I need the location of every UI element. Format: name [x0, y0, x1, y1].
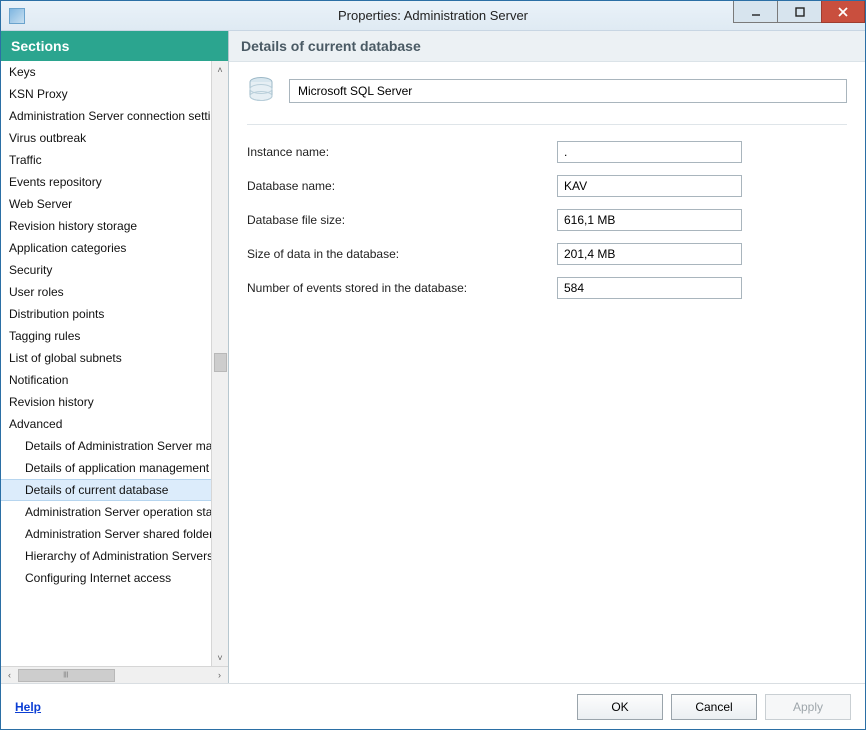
- divider: [247, 124, 847, 125]
- events-count-label: Number of events stored in the database:: [247, 281, 557, 295]
- section-item[interactable]: Keys: [1, 61, 211, 83]
- database-name-label: Database name:: [247, 179, 557, 193]
- footer: Help OK Cancel Apply: [1, 683, 865, 729]
- h-scroll-track[interactable]: Ⅲ: [18, 667, 211, 684]
- sections-tree-wrap: KeysKSN ProxyAdministration Server conne…: [1, 61, 228, 666]
- ok-button[interactable]: OK: [577, 694, 663, 720]
- database-name-value: KAV: [557, 175, 742, 197]
- scroll-thumb[interactable]: [214, 353, 227, 372]
- section-item[interactable]: Configuring Internet access: [1, 567, 211, 589]
- file-size-value: 616,1 MB: [557, 209, 742, 231]
- section-item[interactable]: KSN Proxy: [1, 83, 211, 105]
- sections-header: Sections: [1, 31, 228, 61]
- file-size-label: Database file size:: [247, 213, 557, 227]
- data-size-label: Size of data in the database:: [247, 247, 557, 261]
- section-item[interactable]: Hierarchy of Administration Servers: [1, 545, 211, 567]
- h-scroll-grip-icon: Ⅲ: [63, 671, 70, 680]
- events-count-row: Number of events stored in the database:…: [247, 277, 847, 299]
- section-item[interactable]: Revision history: [1, 391, 211, 413]
- content-body: Microsoft SQL Server Instance name: . Da…: [229, 62, 865, 683]
- scroll-right-arrow-icon[interactable]: ›: [211, 667, 228, 684]
- section-item[interactable]: Administration Server operation statisti: [1, 501, 211, 523]
- database-type-row: Microsoft SQL Server: [247, 76, 847, 106]
- apply-button: Apply: [765, 694, 851, 720]
- section-item[interactable]: Events repository: [1, 171, 211, 193]
- close-button[interactable]: [821, 1, 865, 23]
- section-item[interactable]: Revision history storage: [1, 215, 211, 237]
- events-count-value: 584: [557, 277, 742, 299]
- section-item[interactable]: Virus outbreak: [1, 127, 211, 149]
- body-area: Sections KeysKSN ProxyAdministration Ser…: [1, 31, 865, 683]
- sections-tree[interactable]: KeysKSN ProxyAdministration Server conne…: [1, 61, 211, 666]
- instance-name-label: Instance name:: [247, 145, 557, 159]
- instance-name-value: .: [557, 141, 742, 163]
- maximize-button[interactable]: [777, 1, 821, 23]
- database-name-row: Database name: KAV: [247, 175, 847, 197]
- scroll-track[interactable]: [212, 78, 229, 649]
- file-size-row: Database file size: 616,1 MB: [247, 209, 847, 231]
- scroll-up-arrow-icon[interactable]: ˄: [212, 61, 229, 78]
- app-icon: [9, 8, 25, 24]
- titlebar[interactable]: Properties: Administration Server: [1, 1, 865, 31]
- section-item[interactable]: Application categories: [1, 237, 211, 259]
- instance-name-row: Instance name: .: [247, 141, 847, 163]
- section-item[interactable]: Tagging rules: [1, 325, 211, 347]
- h-scroll-thumb[interactable]: Ⅲ: [18, 669, 115, 682]
- content-header: Details of current database: [229, 31, 865, 62]
- section-item[interactable]: Web Server: [1, 193, 211, 215]
- scroll-left-arrow-icon[interactable]: ‹: [1, 667, 18, 684]
- properties-window: Properties: Administration Server Sectio…: [0, 0, 866, 730]
- vertical-scrollbar[interactable]: ˄ ˅: [211, 61, 228, 666]
- minimize-button[interactable]: [733, 1, 777, 23]
- section-item[interactable]: Security: [1, 259, 211, 281]
- cancel-button[interactable]: Cancel: [671, 694, 757, 720]
- help-link[interactable]: Help: [15, 700, 41, 714]
- section-item[interactable]: User roles: [1, 281, 211, 303]
- section-item[interactable]: Traffic: [1, 149, 211, 171]
- section-item[interactable]: Details of Administration Server manage: [1, 435, 211, 457]
- section-item[interactable]: Details of application management plug: [1, 457, 211, 479]
- section-item[interactable]: Distribution points: [1, 303, 211, 325]
- content-panel: Details of current database Microsoft SQ…: [229, 31, 865, 683]
- section-item[interactable]: List of global subnets: [1, 347, 211, 369]
- section-item[interactable]: Notification: [1, 369, 211, 391]
- scroll-down-arrow-icon[interactable]: ˅: [212, 649, 229, 666]
- window-controls: [733, 1, 865, 23]
- database-icon: [247, 76, 277, 106]
- data-size-value: 201,4 MB: [557, 243, 742, 265]
- section-item[interactable]: Details of current database: [1, 479, 211, 501]
- data-size-row: Size of data in the database: 201,4 MB: [247, 243, 847, 265]
- database-type-field: Microsoft SQL Server: [289, 79, 847, 103]
- horizontal-scrollbar[interactable]: ‹ Ⅲ ›: [1, 666, 228, 683]
- sections-sidebar: Sections KeysKSN ProxyAdministration Ser…: [1, 31, 229, 683]
- section-item[interactable]: Administration Server connection setting…: [1, 105, 211, 127]
- section-item[interactable]: Administration Server shared folder: [1, 523, 211, 545]
- section-item[interactable]: Advanced: [1, 413, 211, 435]
